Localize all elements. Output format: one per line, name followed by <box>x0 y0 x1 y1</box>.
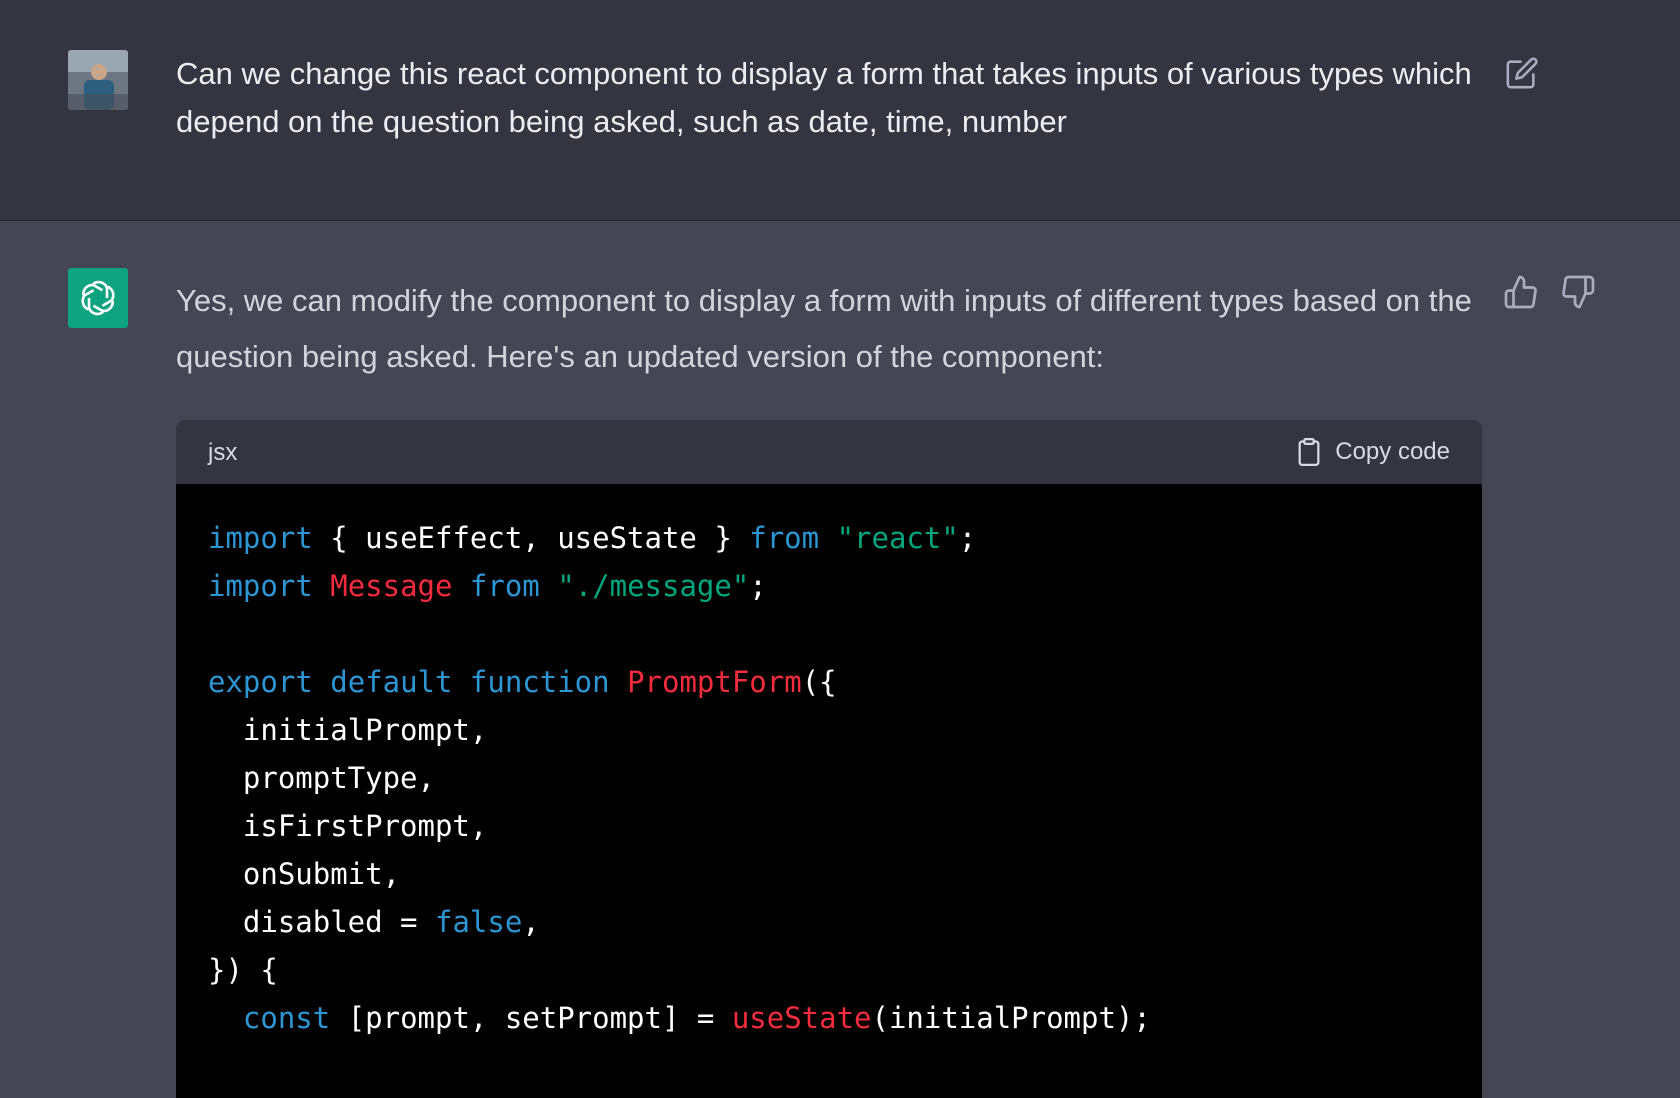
thumbs-up-icon[interactable] <box>1503 274 1539 310</box>
code-token: isFirstPrompt, <box>208 809 488 843</box>
code-line: import { useEffect, useState } from "rea… <box>208 514 1450 562</box>
code-token: disabled = <box>208 905 435 939</box>
code-line: isFirstPrompt, <box>208 802 1450 850</box>
code-token: Message <box>330 569 453 603</box>
code-token: "./message" <box>557 569 750 603</box>
code-token: from <box>469 569 540 603</box>
code-token: const <box>242 1001 331 1035</box>
code-line: initialPrompt, <box>208 706 1450 754</box>
openai-logo-icon <box>68 268 128 328</box>
code-token: export <box>208 665 313 699</box>
code-token: { useEffect, useState } <box>312 521 750 555</box>
code-line: onSubmit, <box>208 850 1450 898</box>
code-token: import <box>208 569 313 603</box>
code-token: import <box>208 521 313 555</box>
code-line: disabled = false, <box>208 898 1450 946</box>
code-token: [prompt, setPrompt] = <box>330 1001 732 1035</box>
code-token: ; <box>749 569 767 603</box>
code-language-label: jsx <box>208 439 238 466</box>
code-line: export default function PromptForm({ <box>208 658 1450 706</box>
code-token: ({ <box>801 665 837 699</box>
code-token: "react" <box>836 521 959 555</box>
code-token: (initialPrompt); <box>871 1001 1151 1035</box>
code-line: const [prompt, setPrompt] = useState(ini… <box>208 994 1450 1042</box>
user-message-row: Can we change this react component to di… <box>0 0 1680 221</box>
clipboard-icon <box>1295 436 1323 468</box>
code-token: PromptForm <box>627 665 802 699</box>
code-block-header: jsx Copy code <box>176 420 1482 484</box>
assistant-message-text: Yes, we can modify the component to disp… <box>176 283 1472 374</box>
assistant-message-row: Yes, we can modify the component to disp… <box>0 221 1680 1098</box>
code-token: false <box>434 905 523 939</box>
code-token: ; <box>958 521 977 555</box>
user-message-text: Can we change this react component to di… <box>176 56 1472 139</box>
code-token: default <box>330 665 453 699</box>
code-token: function <box>469 665 610 699</box>
code-token: , <box>522 905 540 939</box>
code-token: }) { <box>208 953 278 987</box>
copy-code-label: Copy code <box>1335 438 1450 465</box>
code-line: promptType, <box>208 754 1450 802</box>
copy-code-button[interactable]: Copy code <box>1295 433 1450 471</box>
thumbs-down-icon[interactable] <box>1560 274 1596 310</box>
code-token: useState <box>731 1001 872 1035</box>
code-line: import Message from "./message"; <box>208 562 1450 610</box>
code-line: }) { <box>208 946 1450 994</box>
code-token: from <box>749 521 820 555</box>
code-content[interactable]: import { useEffect, useState } from "rea… <box>176 484 1482 1042</box>
code-token: initialPrompt, <box>208 713 488 747</box>
code-token: onSubmit, <box>208 857 401 891</box>
code-token: promptType, <box>208 761 435 795</box>
user-avatar <box>68 50 128 110</box>
code-block: jsx Copy code import { useEffect, useSta… <box>176 420 1482 1098</box>
edit-icon[interactable] <box>1505 56 1539 90</box>
